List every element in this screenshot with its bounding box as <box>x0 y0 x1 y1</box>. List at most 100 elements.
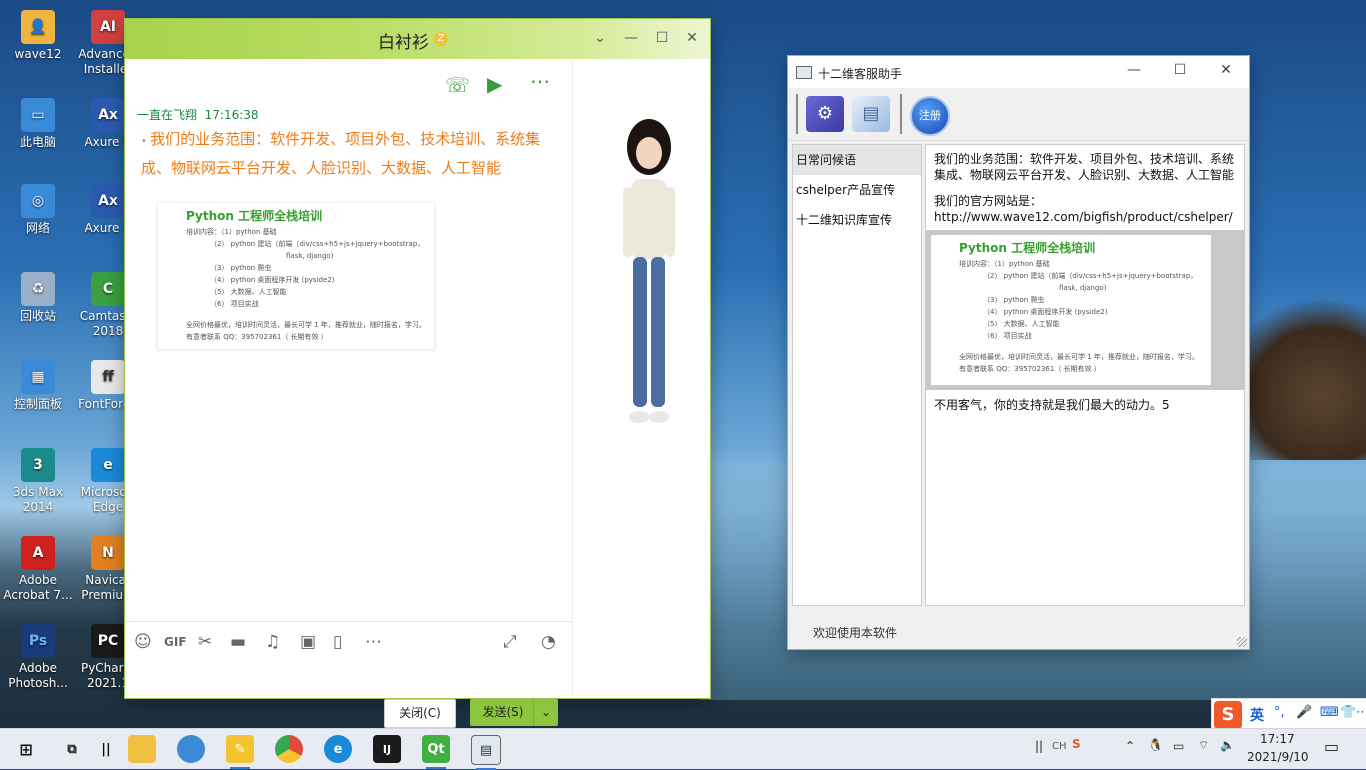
edge-icon[interactable]: e <box>324 735 352 763</box>
maximize-button[interactable]: ☐ <box>652 28 672 48</box>
helper-title: 十二维客服助手 <box>818 67 903 81</box>
toolbar-separator <box>900 94 902 134</box>
axure-icon: Ax <box>91 98 125 132</box>
send-label: 发送(S) <box>482 705 524 719</box>
card-line: （2） python 建站（前端（div/css+h5+js+jquery+bo… <box>210 240 425 248</box>
helper-app-icon[interactable]: ▤ <box>471 735 501 770</box>
qq-browser-icon[interactable] <box>177 735 205 763</box>
close-chat-button[interactable]: 关闭(C) <box>384 699 456 728</box>
scissors-icon[interactable]: ✂ <box>198 632 212 652</box>
desktop-icon-label: Adobe Photosh... <box>8 661 68 690</box>
show-hidden-icons-chevron-icon[interactable]: ⌃ <box>1125 739 1135 753</box>
desktop-icon-recycle-bin[interactable]: ♻ 回收站 <box>0 272 76 324</box>
close-button[interactable]: ✕ <box>682 28 702 48</box>
desktop-icon-acrobat[interactable]: A Adobe Acrobat 7... <box>0 536 76 603</box>
input-divider <box>125 621 572 622</box>
desktop-icon-photoshop[interactable]: Ps Adobe Photosh... <box>0 624 76 691</box>
music-icon[interactable]: ♫ <box>265 632 280 652</box>
wifi-icon[interactable]: ⌔ <box>1198 738 1209 753</box>
desktop-icon-control-panel[interactable]: ▦ 控制面板 <box>0 360 76 412</box>
battery-icon[interactable]: ▭ <box>1173 739 1184 753</box>
chat-titlebar[interactable]: 白衬衫 Z ⌄ — ☐ ✕ <box>125 19 710 59</box>
taskbar: ⊞ ⧉ || ✎ e IJ Qt ▤ || CH S ⌃ 🐧 ▭ ⌔ 🔈 17:… <box>0 728 1366 770</box>
sticky-notes-icon[interactable]: ✎ <box>226 735 254 769</box>
file-explorer-icon[interactable] <box>128 735 156 763</box>
sender-name: 一直在飞翔 <box>137 108 198 122</box>
chrome-icon[interactable] <box>275 735 303 763</box>
desktop-icon-this-pc[interactable]: ▭ 此电脑 <box>0 98 76 150</box>
helper-titlebar[interactable]: 十二维客服助手 — ☐ ✕ <box>788 56 1249 88</box>
card-line: （6） 项目实战 <box>983 332 1032 340</box>
qt-icon[interactable]: Qt <box>422 735 450 769</box>
phrase-image-selected[interactable]: Python 工程师全栈培训 培训内容：（1）python 基础 （2） pyt… <box>926 230 1244 390</box>
qq-tray-icon[interactable]: 🐧 <box>1148 738 1163 752</box>
settings-folder-icon[interactable]: ⚙ <box>806 96 844 132</box>
clock-time[interactable]: 17:17 <box>1260 732 1295 746</box>
keyboard-icon[interactable]: ⌨ <box>1320 705 1339 720</box>
desktop-icon-wave12[interactable]: 👤 wave12 <box>0 10 76 62</box>
expand-icon[interactable]: ⤢ <box>503 632 517 652</box>
chat-contact-name: 白衬衫 <box>378 33 429 53</box>
chevron-down-icon[interactable]: ⌄ <box>590 28 610 48</box>
phrase-item[interactable]: 我们的业务范围：软件开发、项目外包、技术培训、系统集成、物联网云平台开发、人脸识… <box>934 151 1240 183</box>
send-button[interactable]: 发送(S) ⌄ <box>470 699 558 726</box>
minimize-button[interactable]: — <box>621 28 641 48</box>
volume-icon[interactable]: 🔈 <box>1220 738 1235 752</box>
status-bar-text: 欢迎使用本软件 <box>813 626 898 640</box>
start-button-windows-icon[interactable]: ⊞ <box>12 735 40 763</box>
list-item-cshelper-promo[interactable]: cshelper产品宣传 <box>793 175 921 205</box>
documents-icon[interactable]: ▤ <box>852 96 890 132</box>
skin-icon[interactable]: 👕 <box>1340 705 1356 720</box>
gif-icon[interactable]: GIF <box>164 635 187 649</box>
register-button[interactable]: 注册 <box>910 96 950 136</box>
maximize-button[interactable]: ☐ <box>1168 62 1192 78</box>
voice-call-icon[interactable]: ☏ <box>445 73 470 97</box>
desktop-icon-network[interactable]: ◎ 网络 <box>0 184 76 236</box>
card-line: 有意者联系 QQ：395702361（ 长期有效 ） <box>959 365 1101 373</box>
sogou-icon[interactable]: S <box>1214 701 1242 729</box>
message-image-card[interactable]: Python 工程师全栈培训 培训内容：（1）python 基础 （2） pyt… <box>157 202 435 350</box>
resize-grip-icon[interactable] <box>1237 637 1247 647</box>
punctuation-icon[interactable]: °, <box>1274 705 1285 720</box>
emoji-icon[interactable]: ☺ <box>134 632 152 652</box>
more-icon[interactable]: ⋯ <box>365 632 382 652</box>
intellij-icon[interactable]: IJ <box>373 735 401 763</box>
microphone-icon[interactable]: 🎤 <box>1296 705 1312 720</box>
minimize-button[interactable]: — <box>1122 62 1146 78</box>
screen-share-icon[interactable]: ▯ <box>333 632 342 652</box>
phrase-item[interactable]: 我们的官方网站是：http://www.wave12.com/bigfish/p… <box>934 193 1240 225</box>
phrase-content-pane: 我们的业务范围：软件开发、项目外包、技术培训、系统集成、物联网云平台开发、人脸识… <box>925 144 1245 606</box>
notification-center-icon[interactable]: ▭ <box>1324 737 1339 756</box>
recycle-bin-icon: ♻ <box>21 272 55 306</box>
more-icon[interactable]: ⋯ <box>1356 705 1366 720</box>
desktop-icon-3dsmax[interactable]: 3 3ds Max 2014 <box>0 448 76 515</box>
edge-icon: e <box>91 448 125 482</box>
list-item-daily-greetings[interactable]: 日常问候语 <box>793 145 921 175</box>
card-line: （3） python 爬虫 <box>210 264 272 272</box>
list-item-knowledge-promo[interactable]: 十二维知识库宣传 <box>793 205 921 235</box>
phrase-item[interactable]: 不用客气，你的支持就是我们最大的动力。5 <box>934 397 1240 413</box>
video-call-icon[interactable]: ▶ <box>487 72 502 96</box>
chat-window: 白衬衫 Z ⌄ — ☐ ✕ ☏ ▶ ⋯ 一直在飞翔 17:16:38 • 我们的… <box>125 19 710 728</box>
clock-date[interactable]: 2021/9/10 <box>1247 750 1309 764</box>
ime-language-toggle[interactable]: 英 <box>1250 705 1264 725</box>
message-time: 17:16:38 <box>204 108 259 122</box>
sogou-tray-icon[interactable]: S <box>1072 737 1081 751</box>
image-icon[interactable]: ▣ <box>300 632 316 652</box>
close-button[interactable]: ✕ <box>1214 62 1238 78</box>
card-line: 培训内容：（1）python 基础 <box>959 260 1050 268</box>
fontforge-icon: ff <box>91 360 125 394</box>
desktop-icon-label: Adobe Acrobat 7... <box>3 573 73 602</box>
send-options-chevron-icon[interactable]: ⌄ <box>533 699 558 726</box>
card-line: 有意者联系 QQ：395702361（ 长期有效 ） <box>186 333 328 341</box>
folder-icon[interactable]: ▬ <box>230 632 246 652</box>
ime-indicator[interactable]: CH <box>1052 741 1067 752</box>
task-view-icon[interactable]: ⧉ <box>58 735 86 763</box>
installer-icon: AI <box>91 10 125 44</box>
history-clock-icon[interactable]: ◔ <box>541 632 556 652</box>
card-line: 全网价格最优，培训时间灵活，最长可学 1 年，推荐就业，随时报名，学习。 <box>959 353 1199 361</box>
more-icon[interactable]: ⋯ <box>530 69 550 93</box>
card-title: Python 工程师全栈培训 <box>186 209 323 223</box>
card-line: （3） python 爬虫 <box>983 296 1045 304</box>
helper-toolbar: ⚙ ▤ 注册 <box>788 88 1249 141</box>
